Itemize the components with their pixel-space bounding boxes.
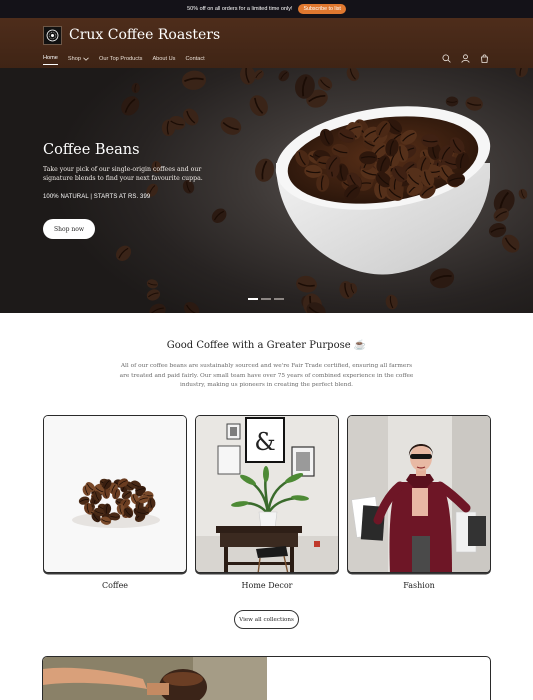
subscribe-button[interactable]: Subscribe to list xyxy=(298,4,346,14)
fashion-collection-image xyxy=(348,416,490,572)
nav-home-label: Home xyxy=(43,55,58,61)
hero-description: Take your pick of our single-origin coff… xyxy=(43,166,203,182)
brand-name[interactable]: Crux Coffee Roasters xyxy=(69,27,220,43)
collection-label-home-decor[interactable]: Home Decor xyxy=(195,581,339,590)
nav-contact[interactable]: Contact xyxy=(185,55,204,65)
hero-banner: Coffee Beans Take your pick of our singl… xyxy=(0,68,533,313)
site-header: Crux Coffee Roasters Home Shop Our Top P… xyxy=(0,18,533,68)
featured-banner xyxy=(42,656,491,700)
header-actions xyxy=(441,53,489,63)
collection-card-fashion[interactable] xyxy=(347,415,491,573)
chevron-down-icon xyxy=(83,57,89,61)
collection-label-fashion[interactable]: Fashion xyxy=(347,581,491,590)
collection-card-home-decor[interactable]: & xyxy=(195,415,339,573)
account-icon[interactable] xyxy=(460,53,470,63)
nav-top-products[interactable]: Our Top Products xyxy=(99,55,142,65)
pour-coffee-image xyxy=(43,657,267,700)
nav-shop[interactable]: Shop xyxy=(68,55,89,65)
shop-now-button[interactable]: Shop now xyxy=(43,219,95,239)
brand-logo[interactable] xyxy=(43,26,62,45)
hero-title: Coffee Beans xyxy=(43,142,140,158)
coffee-beans-hero-image xyxy=(116,68,528,313)
announcement-text: 50% off on all orders for a limited time… xyxy=(187,6,293,12)
main-nav: Home Shop Our Top Products About Us Cont… xyxy=(43,55,205,65)
slide-dot-2[interactable] xyxy=(261,298,271,300)
home-decor-collection-image: & xyxy=(196,416,338,572)
nav-shop-label: Shop xyxy=(67,55,81,62)
slide-dot-1[interactable] xyxy=(248,298,258,300)
nav-home[interactable]: Home xyxy=(43,55,58,65)
slide-dot-3[interactable] xyxy=(274,298,284,300)
search-icon[interactable] xyxy=(441,53,451,63)
cart-icon[interactable] xyxy=(479,53,489,63)
svg-text:&: & xyxy=(254,428,275,456)
slideshow-pagination xyxy=(248,298,284,300)
nav-contact-label: Contact xyxy=(185,55,205,62)
logo-emblem-icon xyxy=(46,29,59,42)
hero-tagline: 100% NATURAL | STARTS AT RS. 399 xyxy=(43,194,151,200)
purpose-text: All of our coffee beans are sustainably … xyxy=(119,363,414,388)
nav-top-products-label: Our Top Products xyxy=(99,55,143,62)
purpose-heading: Good Coffee with a Greater Purpose ☕ xyxy=(166,340,367,351)
nav-about-us-label: About Us xyxy=(152,55,176,62)
collection-card-coffee[interactable] xyxy=(43,415,187,573)
coffee-collection-image xyxy=(44,416,186,572)
nav-about-us[interactable]: About Us xyxy=(152,55,175,65)
announcement-bar: 50% off on all orders for a limited time… xyxy=(0,0,533,18)
view-all-collections-button[interactable]: View all collections xyxy=(234,610,299,629)
collection-label-coffee[interactable]: Coffee xyxy=(43,581,187,590)
